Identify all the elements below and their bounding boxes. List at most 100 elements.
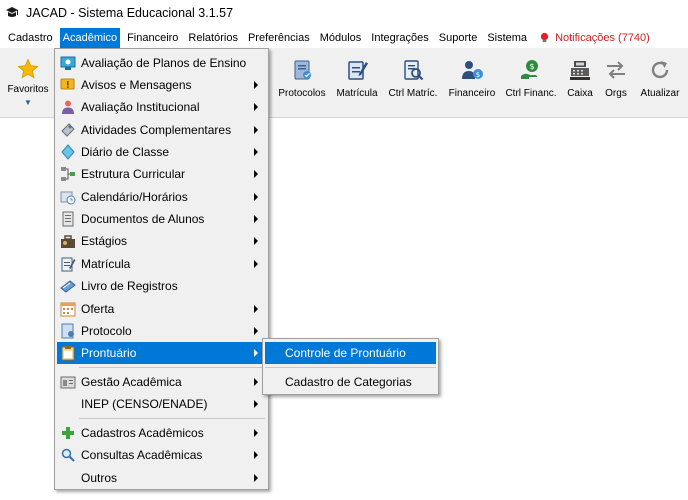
toolbar-label: Ctrl Matríc. [388, 88, 438, 99]
menu-item-label: Calendário/Horários [81, 190, 188, 204]
swap-arrows-icon [607, 61, 625, 79]
toolbar-label: Protocolos [278, 88, 326, 99]
menu-item-avaliacao-institucional[interactable]: Avaliação Institucional [57, 96, 266, 118]
menu-separator [79, 418, 265, 419]
toolbar-label: Atualizar [640, 88, 680, 99]
menu-notificacoes[interactable]: Notificações (7740) [536, 28, 653, 48]
academico-dropdown-menu: Avaliação de Planos de Ensino Avisos e M… [54, 48, 269, 490]
menu-item-label: Avaliação de Planos de Ensino [81, 56, 247, 70]
menu-item-estagios[interactable]: Estágios [57, 230, 266, 252]
protocol-icon [294, 60, 311, 80]
menu-financeiro[interactable]: Financeiro [124, 28, 181, 48]
submenu-item-cadastro-categorias[interactable]: Cadastro de Categorias [265, 371, 436, 393]
record-book-icon [60, 278, 76, 294]
title-bar: JACAD - Sistema Educacional 3.1.57 [0, 0, 688, 26]
menu-item-matricula[interactable]: Matrícula [57, 253, 266, 275]
internship-icon [60, 233, 76, 249]
menu-suporte[interactable]: Suporte [436, 28, 481, 48]
menu-item-outros[interactable]: Outros [57, 467, 266, 489]
menu-item-label: Atividades Complementares [81, 123, 232, 137]
menu-item-label: Estágios [81, 234, 128, 248]
finance-control-icon: $ [521, 60, 538, 79]
activities-icon [60, 122, 76, 138]
favoritos-button[interactable]: Favoritos ▼ [4, 48, 52, 116]
menu-item-avisos-mensagens[interactable]: Avisos e Mensagens [57, 74, 266, 96]
menu-item-label: Documentos de Alunos [81, 212, 205, 226]
protocol-icon [60, 323, 76, 339]
menu-item-label: Prontuário [81, 346, 137, 360]
menu-separator [79, 367, 265, 368]
toolbar-button-ctrl-financ[interactable]: $ Ctrl Financ. [504, 48, 558, 116]
finance-icon: $ [462, 61, 483, 79]
menu-relatorios[interactable]: Relatórios [185, 28, 241, 48]
menu-item-cadastros-academicos[interactable]: Cadastros Acadêmicos [57, 422, 266, 444]
toolbar-label: Caixa [567, 88, 593, 99]
submenu-arrow-icon [254, 148, 258, 156]
menu-item-livro-registros[interactable]: Livro de Registros [57, 275, 266, 297]
toolbar-button-caixa[interactable]: Caixa [563, 48, 597, 116]
submenu-arrow-icon [254, 349, 258, 357]
enrollment-icon [348, 61, 368, 80]
toolbar-button-financeiro[interactable]: $ Financeiro [446, 48, 498, 116]
submenu-arrow-icon [254, 81, 258, 89]
submenu-arrow-icon [254, 126, 258, 134]
enrollment-icon [60, 256, 76, 272]
toolbar-button-atualizar[interactable]: Atualizar [637, 48, 683, 116]
menu-academico[interactable]: Acadêmico [59, 27, 121, 48]
menu-sistema[interactable]: Sistema [484, 28, 530, 48]
menu-item-oferta[interactable]: Oferta [57, 298, 266, 320]
svg-text:$: $ [529, 62, 534, 71]
svg-text:$: $ [476, 71, 480, 79]
toolbar-label: Orgs [605, 88, 627, 99]
menu-item-diario-classe[interactable]: Diário de Classe [57, 141, 266, 163]
submenu-arrow-icon [254, 305, 258, 313]
menu-item-label: Cadastros Acadêmicos [81, 426, 204, 440]
menu-item-documentos-alunos[interactable]: Documentos de Alunos [57, 208, 266, 230]
toolbar-button-matricula[interactable]: Matrícula [333, 48, 381, 116]
menu-item-inep-censo-enade[interactable]: INEP (CENSO/ENADE) [57, 393, 266, 415]
menu-item-label: Livro de Registros [81, 279, 178, 293]
submenu-item-controle-prontuario[interactable]: Controle de Prontuário [265, 342, 436, 364]
submenu-arrow-icon [254, 170, 258, 178]
menu-item-calendario-horarios[interactable]: Calendário/Horários [57, 186, 266, 208]
menu-item-label: INEP (CENSO/ENADE) [81, 397, 208, 411]
menu-cadastro[interactable]: Cadastro [5, 28, 56, 48]
star-icon [17, 58, 39, 79]
menu-item-atividades-complementares[interactable]: Atividades Complementares [57, 119, 266, 141]
submenu-separator [265, 367, 436, 368]
toolbar-button-protocolos[interactable]: Protocolos [276, 48, 328, 116]
institutional-evaluation-icon [60, 99, 76, 115]
student-documents-icon [60, 211, 76, 227]
refresh-icon [651, 61, 669, 79]
clipboard-icon [60, 345, 76, 361]
menu-item-label: Estrutura Curricular [81, 167, 186, 181]
toolbar-button-ctrl-matric[interactable]: Ctrl Matríc. [386, 48, 440, 116]
window-title: JACAD - Sistema Educacional 3.1.57 [26, 6, 234, 20]
warning-message-icon [60, 77, 76, 93]
toolbar-label: Ctrl Financ. [505, 88, 557, 99]
menu-item-prontuario[interactable]: Prontuário [57, 342, 266, 364]
submenu-arrow-icon [254, 474, 258, 482]
menu-item-protocolo[interactable]: Protocolo [57, 320, 266, 342]
toolbar-button-orgs[interactable]: Orgs [601, 48, 631, 116]
favoritos-label: Favoritos [7, 84, 49, 95]
menu-item-label: Outros [81, 471, 118, 485]
menu-item-label: Gestão Acadêmica [81, 375, 182, 389]
submenu-arrow-icon [254, 400, 258, 408]
plus-icon [60, 425, 76, 441]
submenu-arrow-icon [254, 451, 258, 459]
menu-item-label: Consultas Acadêmicas [81, 448, 203, 462]
enrollment-control-icon [404, 60, 424, 81]
menu-item-estrutura-curricular[interactable]: Estrutura Curricular [57, 163, 266, 185]
submenu-arrow-icon [254, 260, 258, 268]
menu-item-consultas-academicas[interactable]: Consultas Acadêmicas [57, 444, 266, 466]
menu-item-avaliacao-planos-ensino[interactable]: Avaliação de Planos de Ensino [57, 52, 266, 74]
menu-integracoes[interactable]: Integrações [368, 28, 431, 48]
submenu-arrow-icon [254, 237, 258, 245]
notifications-label: Notificações (7740) [555, 31, 650, 44]
menu-preferencias[interactable]: Preferências [245, 28, 313, 48]
curriculum-structure-icon [60, 166, 76, 182]
menu-modulos[interactable]: Módulos [317, 28, 365, 48]
cash-register-icon [570, 61, 590, 80]
menu-item-gestao-academica[interactable]: Gestão Acadêmica [57, 371, 266, 393]
